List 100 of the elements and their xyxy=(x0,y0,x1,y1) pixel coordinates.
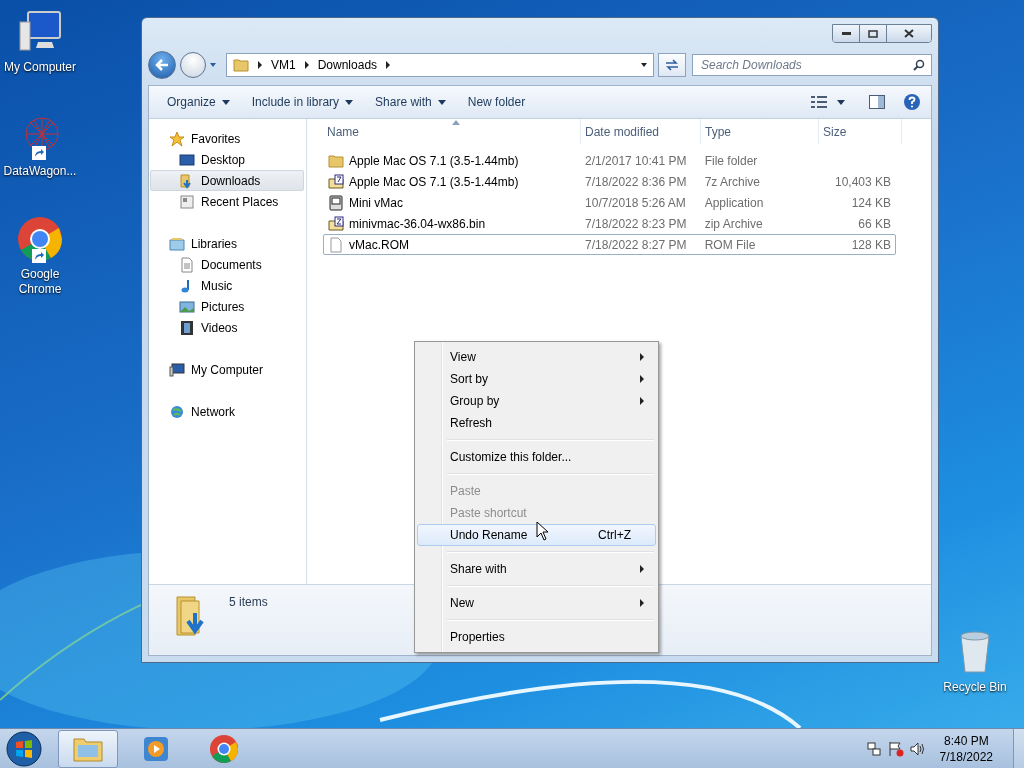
clock[interactable]: 8:40 PM 7/18/2022 xyxy=(939,732,993,765)
menu-item[interactable]: View xyxy=(417,346,656,368)
back-button[interactable] xyxy=(148,51,176,79)
back-arrow-icon xyxy=(155,59,169,71)
menu-item[interactable]: Sort by xyxy=(417,368,656,390)
menu-item[interactable]: Group by xyxy=(417,390,656,412)
size-cell-text: 10,403 KB xyxy=(833,174,892,189)
type-cell-text: Application xyxy=(703,195,765,210)
start-button[interactable] xyxy=(4,729,44,768)
size-cell-text: 66 KB xyxy=(857,216,892,231)
volume-icon[interactable] xyxy=(909,740,926,757)
navigation-item[interactable]: Music xyxy=(150,275,304,296)
navigation-item[interactable]: Desktop xyxy=(150,149,304,170)
caret-icon xyxy=(437,99,446,105)
forward-button[interactable] xyxy=(180,52,206,78)
navigation-item[interactable]: My Computer xyxy=(150,359,304,380)
caret-icon xyxy=(345,99,354,105)
size-cell-text: 128 KB xyxy=(850,237,892,252)
menu-item[interactable]: Customize this folder... xyxy=(417,446,656,468)
close-button[interactable] xyxy=(886,25,931,42)
mouse-cursor-icon xyxy=(536,521,550,541)
desktop-icon-label[interactable]: DataWagon... xyxy=(3,164,77,179)
desktop-icon-label[interactable]: Google Chrome xyxy=(0,267,80,297)
computer-icon xyxy=(169,361,185,378)
address-bar[interactable]: VM1 Downloads xyxy=(226,53,654,77)
navigation-item[interactable]: Recent Places xyxy=(150,191,304,212)
navigation-item[interactable]: Network xyxy=(150,401,304,422)
refresh-icon xyxy=(664,59,680,71)
shortcut-arrow-icon xyxy=(32,249,46,263)
search-field[interactable]: Search Downloads xyxy=(692,54,932,76)
downloads-folder-icon xyxy=(233,57,249,73)
desktop-icon-label[interactable]: My Computer xyxy=(4,60,76,75)
caret-icon xyxy=(837,99,845,105)
maximize-button[interactable] xyxy=(859,25,886,42)
network-globe-icon xyxy=(169,403,185,420)
file-name: Mini vMac xyxy=(349,195,403,210)
menu-item[interactable]: Properties xyxy=(417,626,656,648)
file-row[interactable]: Apple Mac OS 7.1 (3.5-1.44mb) 7/18/2022 8:36 PM 7z Archive 10,403 KB xyxy=(323,171,896,192)
date-cell-text: 7/18/2022 8:36 PM xyxy=(584,174,688,189)
navigation-item[interactable]: Libraries xyxy=(150,233,304,254)
recent-pages-caret-icon xyxy=(210,61,216,69)
caret-icon xyxy=(221,99,230,105)
breadcrumb[interactable]: Downloads xyxy=(317,58,378,72)
submenu-arrow-icon xyxy=(639,375,645,383)
date-cell-text: 10/7/2018 5:26 AM xyxy=(584,195,687,210)
column-header[interactable]: Name xyxy=(323,119,581,144)
submenu-arrow-icon xyxy=(639,599,645,607)
file-row[interactable]: Mini vMac 10/7/2018 5:26 AM Application 124 KB xyxy=(323,192,896,213)
navigation-item[interactable]: Favorites xyxy=(150,128,304,149)
folder-icon xyxy=(328,152,344,169)
flag-icon[interactable] xyxy=(887,740,904,757)
help-icon[interactable] xyxy=(903,93,921,111)
toolbar-button[interactable]: Share with xyxy=(367,91,454,113)
dropdown-caret-icon xyxy=(641,61,647,69)
taskbar-app[interactable] xyxy=(58,729,118,768)
breadcrumb[interactable]: VM1 xyxy=(271,58,296,72)
chevron-icon xyxy=(303,61,310,69)
file-name: Apple Mac OS 7.1 (3.5-1.44mb) xyxy=(349,174,519,189)
toolbar-button[interactable]: Include in library xyxy=(243,91,362,113)
submenu-arrow-icon xyxy=(639,353,645,361)
toolbar-button[interactable]: Organize xyxy=(159,91,238,113)
minimize-button[interactable] xyxy=(833,25,859,42)
network-icon[interactable] xyxy=(865,740,882,757)
chrome-icon[interactable] xyxy=(208,732,240,765)
refresh-button[interactable] xyxy=(658,53,686,77)
navigation-item[interactable]: Downloads xyxy=(150,170,304,191)
menu-item[interactable]: Refresh xyxy=(417,412,656,434)
archive-icon xyxy=(328,173,344,190)
show-desktop-button[interactable] xyxy=(1013,728,1024,768)
type-cell-text: File folder xyxy=(703,153,759,168)
menu-item[interactable]: New xyxy=(417,592,656,614)
navigation-item[interactable]: Pictures xyxy=(150,296,304,317)
star-icon xyxy=(169,130,185,147)
application-icon xyxy=(328,194,344,211)
search-input[interactable]: Search Downloads xyxy=(699,57,913,73)
file-row[interactable]: Apple Mac OS 7.1 (3.5-1.44mb) 2/1/2017 10:41 PM File folder xyxy=(323,150,896,171)
file-row[interactable]: minivmac-36.04-wx86.bin 7/18/2022 8:23 PM zip Archive 66 KB xyxy=(323,213,896,234)
type-cell-text: 7z Archive xyxy=(703,174,762,189)
search-icon xyxy=(913,59,925,71)
recent-places-icon xyxy=(179,193,195,210)
view-options-icon[interactable] xyxy=(811,96,827,108)
minimize-icon xyxy=(841,32,851,35)
desktop-shortcut-icon[interactable] xyxy=(16,215,64,263)
archive-icon xyxy=(328,215,344,232)
file-row[interactable]: vMac.ROM 7/18/2022 8:27 PM ROM File 128 KB xyxy=(323,234,896,255)
toolbar-button[interactable]: New folder xyxy=(459,91,534,113)
clock-date: 7/18/2022 xyxy=(939,748,993,765)
chevron-icon xyxy=(257,61,263,69)
preview-pane-icon[interactable] xyxy=(869,95,885,109)
date-cell-text: 7/18/2022 8:27 PM xyxy=(584,237,688,252)
column-header[interactable]: Type xyxy=(701,119,819,144)
menu-item[interactable]: Share with xyxy=(417,558,656,580)
column-header[interactable]: Date modified xyxy=(581,119,701,144)
navigation-item[interactable]: Documents xyxy=(150,254,304,275)
submenu-arrow-icon xyxy=(639,565,645,573)
column-header[interactable]: Size xyxy=(819,119,902,144)
desktop-icon xyxy=(179,151,195,168)
menu-item[interactable]: Undo Rename Ctrl+Z xyxy=(417,524,656,546)
file-name: vMac.ROM xyxy=(349,237,409,252)
navigation-item[interactable]: Videos xyxy=(150,317,304,338)
